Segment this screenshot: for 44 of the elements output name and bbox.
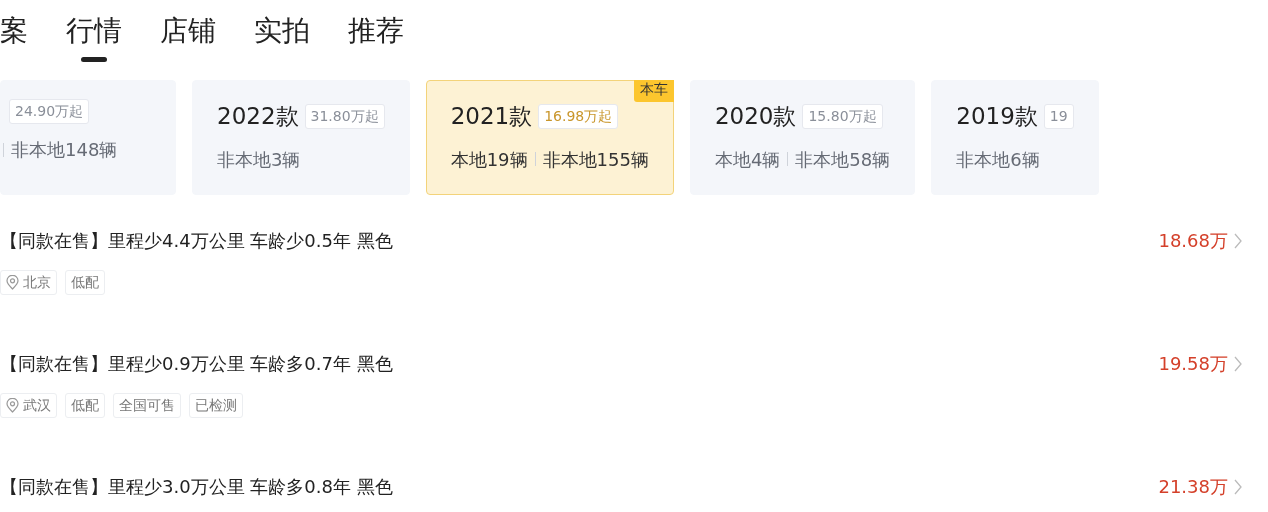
price-badge: 19 bbox=[1043, 103, 1074, 129]
listing-tag: 低配 bbox=[65, 393, 105, 418]
tab[interactable]: 实拍 bbox=[254, 14, 310, 62]
price-badge: 16.98万起 bbox=[538, 103, 619, 129]
price-badge: 31.80万起 bbox=[304, 103, 385, 129]
model-year: 2020款 bbox=[714, 102, 797, 131]
listing-price: 19.58万 bbox=[1158, 352, 1228, 376]
listing-price: 18.68万 bbox=[1158, 229, 1228, 253]
tab[interactable]: 行情 bbox=[66, 14, 122, 62]
listing-price: 21.38万 bbox=[1158, 475, 1228, 499]
listing-title[interactable]: 【同款在售】里程少0.9万公里 车龄多0.7年 黑色 bbox=[0, 350, 393, 377]
chevron-right-icon[interactable] bbox=[1234, 232, 1242, 249]
local-count: 本地4辆 bbox=[714, 147, 781, 172]
current-car-tag: 本车 bbox=[633, 80, 674, 102]
model-card[interactable]: 2022款 31.80万起 非本地3辆 bbox=[192, 80, 410, 195]
location-tag: 武汉 bbox=[0, 393, 57, 418]
listing-title[interactable]: 【同款在售】里程少4.4万公里 车龄少0.5年 黑色 bbox=[0, 227, 393, 254]
tab[interactable]: 推荐 bbox=[348, 14, 404, 62]
model-year: 2019款 bbox=[956, 102, 1038, 131]
nonlocal-count: 非本地6辆 bbox=[956, 147, 1040, 172]
location-pin-icon bbox=[6, 275, 19, 290]
nonlocal-count: 非本地58辆 bbox=[795, 147, 891, 172]
location-pin-icon bbox=[6, 398, 19, 413]
chevron-right-icon[interactable] bbox=[1234, 478, 1242, 495]
listing-tag: 已检测 bbox=[189, 393, 243, 418]
listing-tag: 全国可售 bbox=[113, 393, 181, 418]
nonlocal-count: 非本地155辆 bbox=[542, 147, 649, 172]
price-badge: 24.90万起 bbox=[9, 99, 90, 124]
model-year: 2022款 bbox=[217, 102, 299, 131]
tab[interactable]: 店铺 bbox=[160, 14, 216, 62]
local-count: 本地19辆 bbox=[450, 147, 528, 172]
model-card[interactable]: 2019款 19 非本地6辆 bbox=[931, 80, 1099, 195]
nonlocal-count: 非本地148辆 bbox=[11, 138, 118, 162]
model-card[interactable]: 2020款 15.80万起 本地4辆 非本地58辆 bbox=[689, 80, 916, 195]
tab[interactable]: 案 bbox=[0, 14, 28, 62]
model-card[interactable]: 本车 2021款 16.98万起 本地19辆 非本地155辆 bbox=[425, 80, 674, 195]
location-tag: 北京 bbox=[0, 270, 57, 295]
listing-tag: 低配 bbox=[65, 270, 105, 295]
listing-title[interactable]: 【同款在售】里程少3.0万公里 车龄多0.8年 黑色 bbox=[0, 473, 393, 500]
nonlocal-count: 非本地3辆 bbox=[217, 147, 301, 172]
price-badge: 15.80万起 bbox=[802, 103, 883, 129]
model-card[interactable]: 24.90万起 非本地148辆 bbox=[0, 80, 176, 195]
model-year: 2021款 bbox=[450, 102, 533, 131]
chevron-right-icon[interactable] bbox=[1234, 355, 1242, 372]
